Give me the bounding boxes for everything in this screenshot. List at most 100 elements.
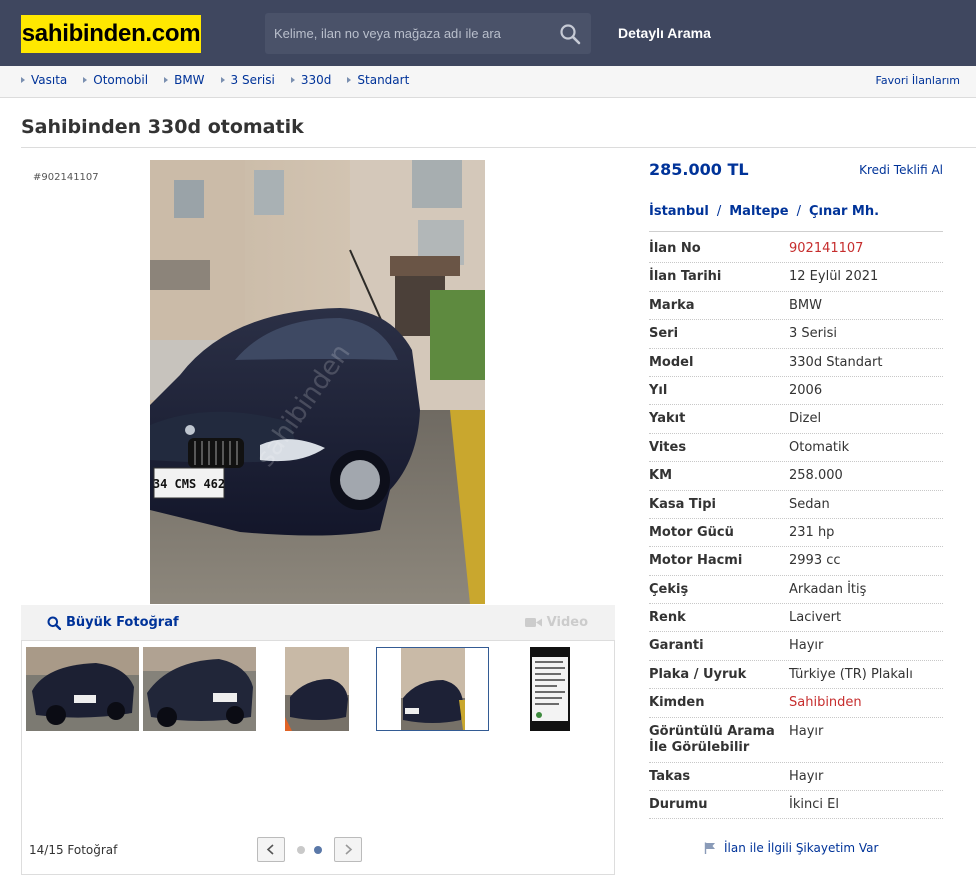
location-city[interactable]: İstanbul <box>649 204 709 219</box>
detail-value: Türkiye (TR) Plakalı <box>789 666 913 682</box>
next-photos-button[interactable] <box>334 837 362 862</box>
detail-row: Garanti Hayır <box>649 632 943 661</box>
triangle-right-icon <box>83 77 88 83</box>
thumbnail-1[interactable] <box>26 647 139 731</box>
thumbnail-strip: 14/15 Fotoğraf <box>21 641 615 875</box>
triangle-right-icon <box>347 77 352 83</box>
detail-value: Hayır <box>789 723 824 739</box>
video-label: Video <box>546 615 588 630</box>
chevron-right-icon <box>345 844 353 855</box>
flag-icon <box>704 842 715 854</box>
detail-value: Lacivert <box>789 610 842 626</box>
detail-key: Görüntülü Arama İle Görülebilir <box>649 723 775 755</box>
detail-row: Seri 3 Serisi <box>649 320 943 349</box>
detail-value: 2993 cc <box>789 553 841 569</box>
detail-value: 902141107 <box>789 241 864 256</box>
details-table: İlan No 902141107 İlan Tarihi 12 Eylül 2021… <box>649 235 943 820</box>
detail-key: İlan Tarihi <box>649 269 722 285</box>
detail-row: Kasa Tipi Sedan <box>649 491 943 519</box>
thumbnail-5[interactable] <box>493 647 606 731</box>
detail-value: Arkadan İtiş <box>789 581 867 597</box>
main-photo[interactable]: 34 CMS 462 sahibinden <box>150 160 485 604</box>
detail-row: Motor Gücü 231 hp <box>649 519 943 548</box>
thumbnail-4[interactable] <box>376 647 489 731</box>
detail-key: Seri <box>649 326 679 342</box>
detail-value: İkinci El <box>789 797 839 813</box>
site-logo[interactable]: sahibinden.com <box>21 15 201 53</box>
detail-key: Takas <box>649 768 691 784</box>
search-icon[interactable] <box>559 23 581 45</box>
page-dot-1[interactable] <box>297 846 305 854</box>
detail-row: Yıl 2006 <box>649 377 943 406</box>
location: İstanbul / Maltepe / Çınar Mh. <box>649 204 879 219</box>
big-photo-button[interactable]: Büyük Fotoğraf <box>47 615 179 630</box>
detail-value: 12 Eylül 2021 <box>789 269 879 285</box>
detail-key: Garanti <box>649 638 704 654</box>
location-district[interactable]: Maltepe <box>729 204 788 219</box>
license-plate-text: 34 CMS 462 <box>153 477 225 491</box>
location-divider <box>649 231 943 232</box>
triangle-right-icon <box>290 77 295 83</box>
breadcrumb-item[interactable]: 330d <box>290 73 331 87</box>
triangle-right-icon <box>164 77 169 83</box>
ad-number-label: #902141107 <box>33 172 99 183</box>
detail-row: Takas Hayır <box>649 763 943 792</box>
photo-gallery: #902141107 34 CMS 462 sahibinden Büyük F… <box>21 160 615 875</box>
chevron-left-icon <box>266 844 274 855</box>
detail-key: Motor Gücü <box>649 524 734 540</box>
detail-key: Durumu <box>649 797 708 813</box>
big-photo-label: Büyük Fotoğraf <box>66 615 179 630</box>
complaint-label: İlan ile İlgili Şikayetim Var <box>724 841 879 855</box>
triangle-right-icon <box>21 77 25 83</box>
detail-row: Marka BMW <box>649 292 943 321</box>
detail-value: Sahibinden <box>789 695 862 711</box>
detail-value: 330d Standart <box>789 354 883 370</box>
detail-row: Motor Hacmi 2993 cc <box>649 547 943 576</box>
breadcrumb-label: BMW <box>174 73 205 87</box>
detail-value: Sedan <box>789 496 830 512</box>
detail-value: 3 Serisi <box>789 326 837 342</box>
video-camera-icon <box>524 618 542 627</box>
detail-row: Vites Otomatik <box>649 434 943 463</box>
credit-offer-link[interactable]: Kredi Teklifi Al <box>859 163 943 177</box>
detail-value: Dizel <box>789 411 822 427</box>
location-separator: / <box>716 204 722 219</box>
detail-value: Hayır <box>789 768 824 784</box>
detail-key: Kimden <box>649 695 705 711</box>
detail-key: KM <box>649 468 673 484</box>
detail-key: Plaka / Uyruk <box>649 666 747 682</box>
detail-row: İlan No 902141107 <box>649 235 943 264</box>
page-dot-2[interactable] <box>314 846 322 854</box>
detail-key: Marka <box>649 297 695 313</box>
detail-key: Motor Hacmi <box>649 553 743 569</box>
breadcrumb-item[interactable]: Standart <box>347 73 409 87</box>
detail-key: Çekiş <box>649 581 689 597</box>
favorites-link[interactable]: Favori İlanlarım <box>876 74 960 87</box>
top-header: sahibinden.com Detaylı Arama <box>0 0 976 66</box>
detail-key: Renk <box>649 610 686 626</box>
breadcrumb: Vasıta Otomobil BMW 3 Serisi 330d Standart Fa… <box>0 66 976 98</box>
complaint-link[interactable]: İlan ile İlgili Şikayetim Var <box>704 841 878 855</box>
prev-photos-button[interactable] <box>257 837 285 862</box>
breadcrumb-label: Standart <box>357 73 410 87</box>
location-neighborhood[interactable]: Çınar Mh. <box>809 204 879 219</box>
breadcrumb-item[interactable]: Vasıta <box>21 73 67 87</box>
thumbnail-3[interactable] <box>260 647 373 731</box>
search-input[interactable] <box>265 13 545 54</box>
breadcrumb-item[interactable]: BMW <box>164 73 205 87</box>
breadcrumb-item[interactable]: Otomobil <box>83 73 148 87</box>
detail-value: Hayır <box>789 638 824 654</box>
detail-row: Görüntülü Arama İle Görülebilir Hayır <box>649 718 943 763</box>
triangle-right-icon <box>220 77 225 83</box>
detail-value: 231 hp <box>789 524 835 540</box>
detail-row: Plaka / Uyruk Türkiye (TR) Plakalı <box>649 661 943 690</box>
video-button: Video <box>524 615 588 630</box>
photo-count: 14/15 Fotoğraf <box>29 843 118 857</box>
detail-key: Vites <box>649 439 687 455</box>
detail-row: Çekiş Arkadan İtiş <box>649 576 943 605</box>
page-title: Sahibinden 330d otomatik <box>21 116 304 138</box>
thumbnail-2[interactable] <box>143 647 256 731</box>
detailed-search-link[interactable]: Detaylı Arama <box>618 25 711 41</box>
breadcrumb-item[interactable]: 3 Serisi <box>220 73 275 87</box>
detail-row: KM 258.000 <box>649 462 943 491</box>
